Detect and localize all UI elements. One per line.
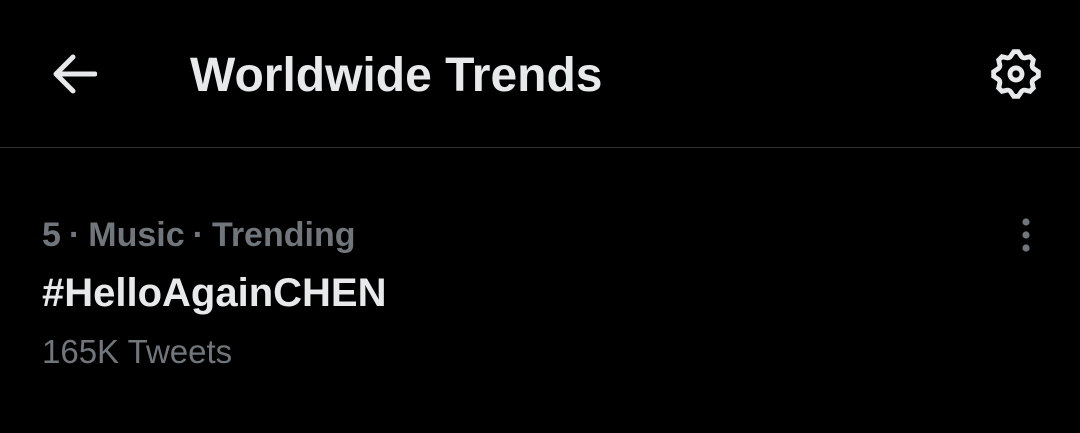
trend-context: 5 · Music · Trending <box>42 213 356 257</box>
arrow-left-icon <box>51 54 98 99</box>
more-options-button[interactable] <box>1004 215 1048 259</box>
settings-button[interactable] <box>980 44 1052 108</box>
separator-dot: · <box>192 216 204 254</box>
tweet-count: 165K Tweets <box>42 333 233 370</box>
back-button[interactable] <box>44 46 104 106</box>
gear-icon <box>987 45 1045 108</box>
header-bar: Worldwide Trends <box>0 0 1080 148</box>
trend-hashtag[interactable]: #HelloAgainCHEN <box>42 269 387 317</box>
separator-dot: · <box>68 216 81 254</box>
page-title: Worldwide Trends <box>190 49 603 102</box>
trend-item[interactable]: 5 · Music · Trending #HelloAgainCHEN 165K Tw… <box>0 149 1080 433</box>
trend-category: Music <box>88 216 185 254</box>
trend-rank: 5 <box>42 216 61 254</box>
more-vertical-icon <box>1020 217 1032 258</box>
trend-status: Trending <box>211 216 356 254</box>
